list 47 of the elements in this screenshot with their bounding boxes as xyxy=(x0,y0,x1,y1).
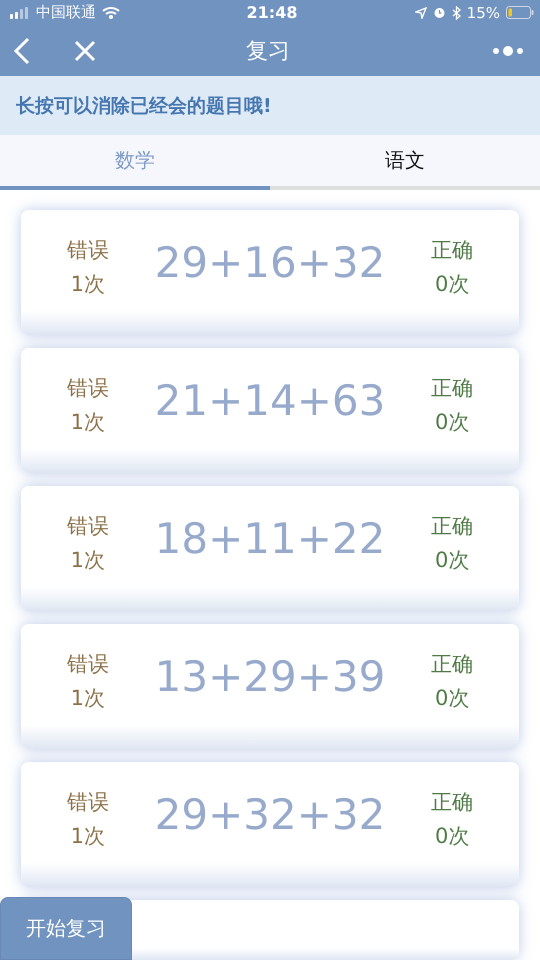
correct-count: 0次 xyxy=(434,409,470,436)
wrong-label: 错误 xyxy=(66,651,109,678)
correct-label: 正确 xyxy=(431,513,474,540)
correct-count: 0次 xyxy=(434,823,470,850)
equation-text: 21+14+63 xyxy=(154,376,386,425)
wrong-label: 错误 xyxy=(66,375,109,402)
wrong-count: 1次 xyxy=(70,271,105,298)
signal-icon xyxy=(10,6,30,19)
correct-count: 0次 xyxy=(434,685,470,712)
subject-tab[interactable]: 语文 xyxy=(270,135,540,190)
wrong-count: 1次 xyxy=(70,823,105,850)
more-icon[interactable] xyxy=(492,44,524,57)
notice-text: 长按可以消除已经会的题目哦! xyxy=(16,94,272,118)
correct-label: 正确 xyxy=(431,789,474,816)
page-title: 复习 xyxy=(246,38,290,66)
wrong-label: 错误 xyxy=(66,789,109,816)
question-card[interactable]: 错误 1次 13+29+39 正确 0次 xyxy=(21,624,519,749)
wrong-label: 错误 xyxy=(66,513,109,540)
correct-label: 正确 xyxy=(431,375,474,402)
subject-tab[interactable]: 数学 xyxy=(0,135,270,190)
equation-text: 29+32+32 xyxy=(154,790,386,839)
question-card[interactable]: 错误 1次 21+14+63 正确 0次 xyxy=(21,348,519,473)
correct-count: 0次 xyxy=(434,547,470,574)
wifi-icon xyxy=(102,6,120,20)
bluetooth-icon xyxy=(452,6,461,20)
wrong-count: 1次 xyxy=(70,409,105,436)
correct-label: 正确 xyxy=(431,651,474,678)
equation-text: 13+29+39 xyxy=(154,652,386,701)
battery-icon xyxy=(506,6,534,20)
close-icon[interactable] xyxy=(74,40,96,62)
location-icon xyxy=(414,6,427,19)
correct-label: 正确 xyxy=(431,237,474,264)
question-card[interactable]: 错误 1次 29+32+32 正确 0次 xyxy=(21,762,519,887)
battery-percent: 15% xyxy=(466,4,500,22)
question-card[interactable]: 错误 1次 29+16+32 正确 0次 xyxy=(21,210,519,335)
correct-count: 0次 xyxy=(434,271,470,298)
back-icon[interactable] xyxy=(12,36,32,65)
start-review-button[interactable]: 开始复习 xyxy=(0,897,132,960)
wrong-count: 1次 xyxy=(70,547,105,574)
status-time: 21:48 xyxy=(246,3,298,22)
alarm-clock-icon xyxy=(432,6,446,20)
equation-text: 29+16+32 xyxy=(154,238,386,287)
carrier-name: 中国联通 xyxy=(36,3,96,22)
question-card[interactable]: 错误 1次 18+11+22 正确 0次 xyxy=(21,486,519,611)
equation-text: 18+11+22 xyxy=(154,514,386,563)
wrong-label: 错误 xyxy=(66,237,109,264)
wrong-count: 1次 xyxy=(70,685,105,712)
